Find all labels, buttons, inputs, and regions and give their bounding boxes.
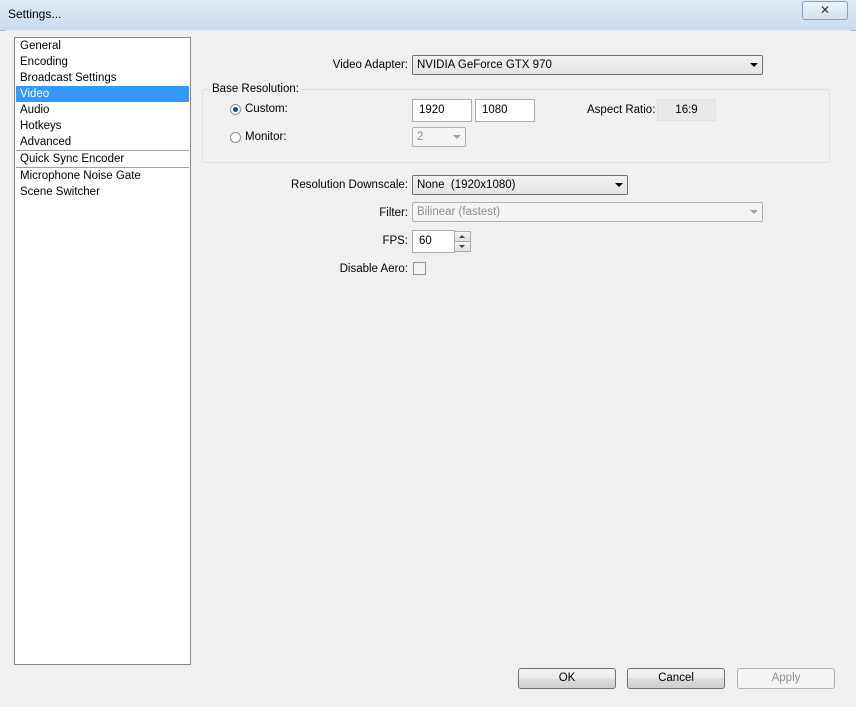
chevron-down-icon [615, 183, 623, 187]
sidebar-item-general[interactable]: General [15, 38, 190, 54]
title-bar: Settings... ✕ [0, 0, 856, 31]
chevron-down-icon [750, 63, 758, 67]
monitor-radio[interactable] [230, 132, 241, 143]
filter-select[interactable]: Bilinear (fastest) [412, 202, 763, 222]
chevron-down-icon [750, 210, 758, 214]
fps-input[interactable]: 60 [412, 230, 455, 253]
close-icon: ✕ [819, 3, 831, 17]
sidebar-item-video[interactable]: Video [16, 86, 189, 102]
ok-button[interactable]: OK [518, 668, 616, 689]
base-resolution-label: Base Resolution: [210, 83, 301, 95]
sidebar-item-hotkeys[interactable]: Hotkeys [15, 118, 190, 134]
width-value: 1920 [419, 104, 445, 116]
cancel-button[interactable]: Cancel [627, 668, 725, 689]
sidebar-item-encoding[interactable]: Encoding [15, 54, 190, 70]
disable-aero-checkbox[interactable] [413, 262, 426, 275]
fps-spinner[interactable] [454, 231, 471, 252]
settings-category-list[interactable]: General Encoding Broadcast Settings Vide… [14, 37, 191, 665]
video-adapter-label: Video Adapter: [332, 59, 408, 71]
aspect-ratio-label: Aspect Ratio: [587, 104, 656, 116]
sidebar-item-broadcast-settings[interactable]: Broadcast Settings [15, 70, 190, 86]
width-input[interactable]: 1920 [412, 99, 472, 122]
close-button[interactable]: ✕ [802, 1, 848, 20]
filter-value: Bilinear (fastest) [417, 206, 501, 218]
monitor-value: 2 [417, 131, 424, 143]
video-adapter-value: NVIDIA GeForce GTX 970 [417, 59, 552, 71]
resolution-downscale-value: None (1920x1080) [417, 179, 516, 191]
filter-label: Filter: [379, 207, 408, 219]
video-adapter-select[interactable]: NVIDIA GeForce GTX 970 [412, 55, 763, 75]
height-value: 1080 [482, 104, 508, 116]
custom-radio[interactable] [230, 104, 241, 115]
spin-up-icon[interactable] [454, 231, 471, 242]
disable-aero-label: Disable Aero: [339, 263, 408, 275]
apply-button[interactable]: Apply [737, 668, 835, 689]
aspect-ratio-value: 16:9 [657, 99, 716, 121]
monitor-select[interactable]: 2 [412, 127, 466, 147]
resolution-downscale-label: Resolution Downscale: [291, 179, 408, 191]
monitor-label: Monitor: [245, 131, 287, 143]
custom-label: Custom: [245, 103, 288, 115]
fps-value: 60 [419, 235, 432, 247]
height-input[interactable]: 1080 [475, 99, 535, 122]
sidebar-item-quick-sync-encoder[interactable]: Quick Sync Encoder [15, 151, 190, 167]
fps-label: FPS: [382, 235, 408, 247]
spin-down-icon[interactable] [454, 242, 471, 252]
window-title: Settings... [8, 7, 62, 21]
resolution-downscale-select[interactable]: None (1920x1080) [412, 175, 628, 195]
sidebar-item-audio[interactable]: Audio [15, 102, 190, 118]
chevron-down-icon [453, 135, 461, 139]
sidebar-item-advanced[interactable]: Advanced [15, 134, 190, 150]
sidebar-item-scene-switcher[interactable]: Scene Switcher [15, 184, 190, 200]
sidebar-item-microphone-noise-gate[interactable]: Microphone Noise Gate [15, 168, 190, 184]
